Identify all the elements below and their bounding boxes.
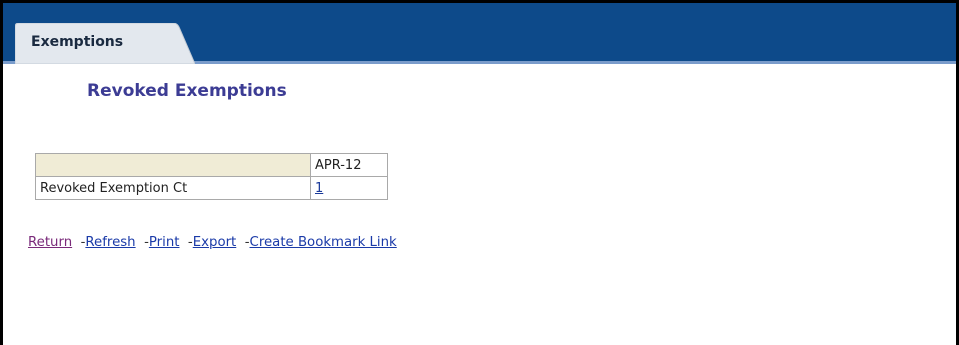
value-link[interactable]: 1 <box>315 181 323 196</box>
export-link[interactable]: Export <box>193 235 237 250</box>
link-separator: - <box>139 235 149 250</box>
table-corner-cell <box>35 153 311 177</box>
refresh-link[interactable]: Refresh <box>85 235 135 250</box>
print-link[interactable]: Print <box>149 235 180 250</box>
create-bookmark-link[interactable]: Create Bookmark Link <box>250 235 397 250</box>
column-header-apr-12: APR-12 <box>310 153 388 177</box>
link-separator: - <box>240 235 250 250</box>
return-link[interactable]: Return <box>28 235 72 250</box>
row-header-revoked-exemption-ct: Revoked Exemption Ct <box>35 176 311 200</box>
link-separator: - <box>183 235 193 250</box>
report-title: Revoked Exemptions <box>87 81 287 101</box>
pivot-table: APR-12 Revoked Exemption Ct 1 <box>35 153 388 200</box>
value-cell: 1 <box>310 176 388 200</box>
tab-label: Exemptions <box>31 34 124 50</box>
tab-bar: Exemptions <box>3 3 956 64</box>
tab-exemptions[interactable]: Exemptions <box>15 23 195 64</box>
table-header-row: APR-12 <box>35 153 388 177</box>
table-row: Revoked Exemption Ct 1 <box>35 176 388 200</box>
report-links: Return -Refresh -Print -Export -Create B… <box>28 235 397 250</box>
report-frame: Exemptions Revoked Exemptions APR-12 Rev… <box>0 0 959 345</box>
